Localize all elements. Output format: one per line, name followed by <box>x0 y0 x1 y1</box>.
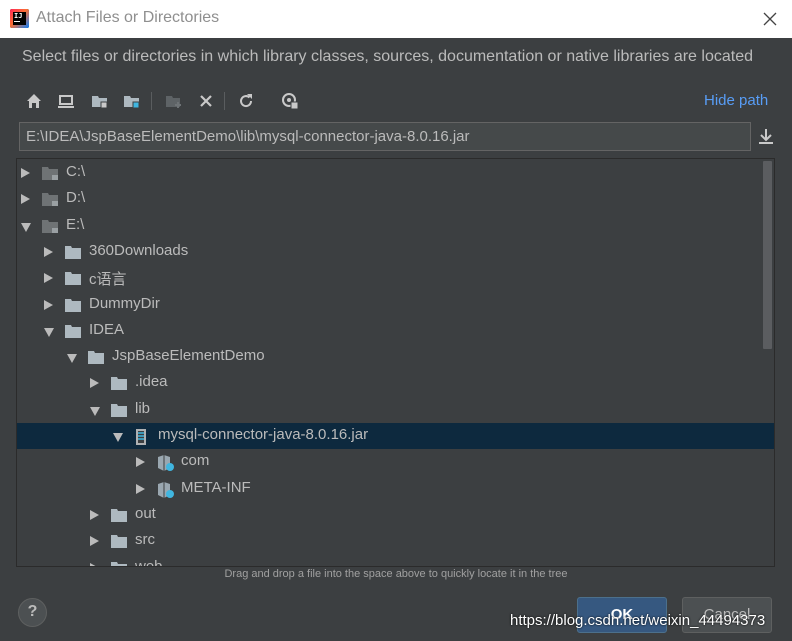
folder-icon <box>110 402 128 423</box>
jar-icon <box>133 428 149 451</box>
watermark: https://blog.csdn.net/weixin_44494373 <box>510 612 766 629</box>
folder-icon <box>64 297 82 318</box>
file-tree[interactable]: C:\ D:\ E:\ 360Downloads c语言 DummyDir IDEA JspB… <box>16 158 775 567</box>
tree-row[interactable]: META-INF <box>17 476 774 504</box>
path-input-value: E:\IDEA\JspBaseElementDemo\lib\mysql-con… <box>26 128 470 145</box>
expanded-arrow-icon[interactable] <box>44 327 54 337</box>
tree-row-label: lib <box>135 399 151 417</box>
collapsed-arrow-icon[interactable] <box>21 168 30 178</box>
show-hidden-button[interactable] <box>278 88 302 114</box>
new-folder-icon <box>166 96 181 108</box>
close-icon <box>763 12 777 26</box>
folder-icon <box>110 507 128 528</box>
delete-icon <box>200 95 212 107</box>
folder-icon <box>64 270 82 291</box>
expanded-arrow-icon[interactable] <box>21 222 31 232</box>
collapsed-arrow-icon[interactable] <box>90 378 99 389</box>
module-folder-icon <box>124 96 140 109</box>
tree-row-label: JspBaseElementDemo <box>112 347 265 365</box>
folder-icon <box>110 560 128 566</box>
tree-row[interactable]: web <box>17 555 774 567</box>
collapsed-arrow-icon[interactable] <box>136 483 145 494</box>
module-folder-button[interactable] <box>120 88 144 114</box>
tree-row-label: src <box>135 531 155 549</box>
folder-icon <box>110 375 128 396</box>
project-folder-icon <box>92 96 108 109</box>
folder-icon <box>110 533 128 554</box>
drag-drop-hint: Drag and drop a file into the space abov… <box>224 568 568 580</box>
tree-row-label: C:\ <box>66 163 86 180</box>
tree-row-label: E:\ <box>66 215 85 233</box>
desktop-icon <box>58 95 74 108</box>
tree-row-label: c语言 <box>89 271 127 289</box>
tree-row-label: META-INF <box>181 478 251 496</box>
hide-path-link[interactable]: Hide path <box>704 92 768 109</box>
expanded-arrow-icon[interactable] <box>67 354 77 364</box>
tree-row[interactable]: c语言 <box>17 265 774 291</box>
folder-icon <box>87 349 105 370</box>
package-icon <box>156 481 176 504</box>
tree-row-label: DummyDir <box>89 294 160 312</box>
close-button[interactable] <box>756 6 784 32</box>
tree-row[interactable]: DummyDir <box>17 292 774 318</box>
dialog-description: Select files or directories in which lib… <box>22 48 753 65</box>
tree-row-label: mysql-connector-java-8.0.16.jar <box>158 426 369 443</box>
tree-row[interactable]: com <box>17 449 774 477</box>
tree-row[interactable]: .idea <box>17 370 774 396</box>
window-title: Attach Files or Directories <box>36 9 220 26</box>
drive-icon <box>41 191 59 212</box>
tree-row-label: com <box>181 452 210 470</box>
tree-row[interactable]: JspBaseElementDemo <box>17 344 774 370</box>
toolbar-separator <box>151 92 152 110</box>
drive-icon <box>41 218 59 239</box>
collapsed-arrow-icon[interactable] <box>44 299 53 310</box>
new-folder-button[interactable] <box>162 88 186 114</box>
tree-row-label: 360Downloads <box>89 241 189 259</box>
desktop-button[interactable] <box>54 88 78 114</box>
tree-row-label: out <box>135 504 156 522</box>
collapsed-arrow-icon[interactable] <box>90 509 99 520</box>
collapsed-arrow-icon[interactable] <box>44 246 53 257</box>
folder-icon <box>64 244 82 265</box>
tree-row[interactable]: src <box>17 528 774 554</box>
tree-row[interactable]: IDEA <box>17 318 774 344</box>
collapsed-arrow-icon[interactable] <box>90 562 99 566</box>
tree-row-label: .idea <box>135 373 168 391</box>
help-button-label: ? <box>27 603 38 620</box>
refresh-button[interactable] <box>234 88 258 114</box>
tree-row-label: IDEA <box>89 320 125 338</box>
title-bar: IJ Attach Files or Directories <box>0 0 792 38</box>
download-icon <box>759 129 773 144</box>
collapsed-arrow-icon[interactable] <box>21 194 30 205</box>
help-button[interactable]: ? <box>18 598 47 627</box>
tree-row-label: D:\ <box>66 189 86 207</box>
tree-row[interactable]: E:\ <box>17 213 774 239</box>
project-folder-button[interactable] <box>88 88 112 114</box>
folder-icon <box>64 323 82 344</box>
tree-row[interactable]: D:\ <box>17 186 774 212</box>
expanded-arrow-icon[interactable] <box>113 433 123 442</box>
toolbar-separator <box>224 92 225 110</box>
collapsed-arrow-icon[interactable] <box>44 273 53 284</box>
collapsed-arrow-icon[interactable] <box>90 536 99 547</box>
home-icon <box>27 94 41 108</box>
delete-button[interactable] <box>194 88 218 114</box>
tree-row-label: web <box>135 557 163 567</box>
download-button[interactable] <box>756 127 776 147</box>
show-hidden-icon <box>282 93 299 110</box>
expanded-arrow-icon[interactable] <box>90 406 100 416</box>
tree-row[interactable]: mysql-connector-java-8.0.16.jar <box>17 423 774 451</box>
tree-row[interactable]: 360Downloads <box>17 239 774 265</box>
tree-row[interactable]: out <box>17 502 774 528</box>
intellij-idea-icon: IJ <box>10 9 29 28</box>
tree-row[interactable]: lib <box>17 397 774 423</box>
home-button[interactable] <box>22 88 46 114</box>
path-input[interactable]: E:\IDEA\JspBaseElementDemo\lib\mysql-con… <box>19 122 751 151</box>
refresh-icon <box>240 94 253 108</box>
tree-row[interactable]: C:\ <box>17 160 774 186</box>
package-icon <box>156 454 176 477</box>
collapsed-arrow-icon[interactable] <box>136 457 145 468</box>
drive-icon <box>41 165 59 186</box>
tree-scrollbar[interactable] <box>763 161 772 349</box>
